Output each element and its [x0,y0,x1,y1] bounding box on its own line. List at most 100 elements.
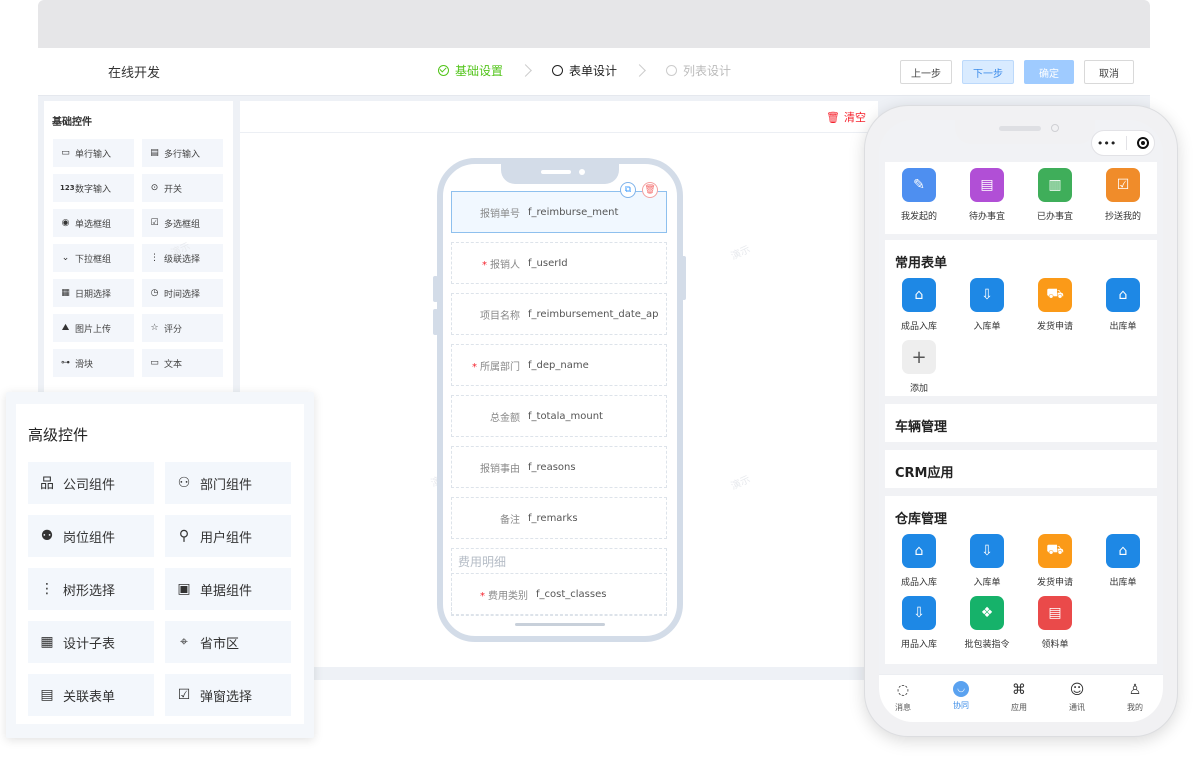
control-document[interactable]: ▣ 单据组件 [165,568,291,610]
next-step-button[interactable]: 下一步 [962,60,1014,84]
subtable-expense-detail[interactable]: 费用明细 * 费用类别 f_cost_classes [451,548,667,616]
tab-messages[interactable]: ◌ 消息 [883,681,923,713]
form-field-reimburser[interactable]: * 报销人 f_userId [451,242,667,284]
app-outbound[interactable]: ⌂ 出库单 [1095,534,1151,588]
app-done[interactable]: ▥ 已办事宜 [1027,168,1083,222]
app-inbound[interactable]: ⇩ 入库单 [959,534,1015,588]
control-label: 树形选择 [63,583,116,599]
app-shipping-request[interactable]: ⛟ 发货申请 [1027,534,1083,588]
app-outbound[interactable]: ⌂ 出库单 [1095,278,1151,332]
tab-contacts[interactable]: ☺ 通讯 [1057,681,1097,713]
control-label: 日期选择 [75,289,112,300]
tab-label: 应用 [1011,703,1027,712]
delete-icon[interactable]: 🗑 [642,182,658,198]
control-switch[interactable]: ⊙ 开关 [142,174,223,202]
prev-step-button[interactable]: 上一步 [900,60,952,84]
app-requisition[interactable]: ▤ 领料单 [1027,596,1083,650]
app-label: 已办事宜 [1036,212,1073,222]
form-field-department[interactable]: * 所属部门 f_dep_name [451,344,667,386]
app-initiated[interactable]: ✎ 我发起的 [891,168,947,222]
field-label: * 所属部门 [452,358,528,373]
canvas-toolbar: 🗑 清空 [240,101,878,133]
form-field-remarks[interactable]: 备注 f_remarks [451,497,667,539]
field-value: f_userId [528,257,568,269]
camera [579,169,585,175]
control-text[interactable]: ▭ 文本 [142,349,223,377]
app-todo[interactable]: ▤ 待办事宜 [959,168,1015,222]
field-label: 总金额 [452,409,528,424]
truck-icon: ⛟ [1038,534,1072,568]
app-cc[interactable]: ☑ 抄送我的 [1095,168,1151,222]
form-field-project-name[interactable]: 项目名称 f_reimbursement_date_ap [451,293,667,335]
control-date-picker[interactable]: ▦ 日期选择 [53,279,134,307]
cancel-button[interactable]: 取消 [1084,60,1134,84]
tab-profile[interactable]: ♙ 我的 [1115,681,1155,713]
multi-line-input-icon: ▤ [150,148,159,158]
field-value: f_reimburse_ment [528,206,619,218]
control-position[interactable]: ⚉ 岗位组件 [28,515,154,557]
form-field-cost-class[interactable]: * 费用类别 f_cost_classes [451,573,667,615]
required-mark: * [482,259,487,271]
control-label: 下拉框组 [75,254,112,265]
control-subtable[interactable]: ▦ 设计子表 [28,621,154,663]
number-input-icon: 123 [60,184,75,192]
control-radio-group[interactable]: ◉ 单选框组 [53,209,134,237]
control-popup-select[interactable]: ☑ 弹窗选择 [165,674,291,716]
close-target-icon[interactable] [1137,137,1150,149]
control-label: 弹窗选择 [200,689,253,705]
app-add[interactable]: + 添加 [891,340,947,394]
more-icon[interactable]: ••• [1097,137,1116,150]
control-department[interactable]: ⚇ 部门组件 [165,462,291,504]
field-label: * 费用类别 [452,587,536,602]
tab-apps[interactable]: ⌘ 应用 [999,681,1039,713]
control-slider[interactable]: ⊶ 滑块 [53,349,134,377]
control-user[interactable]: ⚲ 用户组件 [165,515,291,557]
form-field-reason[interactable]: 报销事由 f_reasons [451,446,667,488]
control-tree-select[interactable]: ⋮ 树形选择 [28,568,154,610]
app-finished-goods-in[interactable]: ⌂ 成品入库 [891,534,947,588]
step-list-design[interactable]: 列表设计 [666,62,731,79]
control-number-input[interactable]: 123 数字输入 [53,174,134,202]
control-linked-form[interactable]: ▤ 关联表单 [28,674,154,716]
step-basic-settings[interactable]: 基础设置 [438,62,503,79]
app-inbound[interactable]: ⇩ 入库单 [959,278,1015,332]
app-label: 发货申请 [1036,578,1073,588]
field-value: f_cost_classes [536,588,607,600]
section-crm[interactable]: CRM应用 [885,450,1157,488]
control-single-line-input[interactable]: ▭ 单行输入 [53,139,134,167]
control-label: 多行输入 [164,149,201,160]
field-label-text: 费用类别 [488,590,528,602]
control-label: 开关 [164,184,183,195]
control-time-picker[interactable]: ◷ 时间选择 [142,279,223,307]
chevron-right-icon [633,64,646,77]
form-field-total-amount[interactable]: 总金额 f_totala_mount [451,395,667,437]
section-title: CRM应用 [895,466,954,481]
section-vehicle-management[interactable]: 车辆管理 [885,404,1157,442]
quick-apps-section: ✎ 我发起的 ▤ 待办事宜 ▥ 已办事宜 ☑ 抄送我的 [885,162,1157,234]
app-batch-packaging[interactable]: ❖ 批包装指令 [959,596,1015,650]
form-field-reimburse-no[interactable]: ⧉ 🗑 报销单号 f_reimburse_ment [451,182,667,233]
step-label: 基础设置 [455,64,504,78]
control-dropdown[interactable]: ⌄ 下拉框组 [53,244,134,272]
tree-select-icon: ⋮ [40,581,54,597]
app-supplies-in[interactable]: ⇩ 用品入库 [891,596,947,650]
todo-icon: ▤ [970,168,1004,202]
app-shipping-request[interactable]: ⛟ 发货申请 [1027,278,1083,332]
step-form-design[interactable]: 表单设计 [552,62,617,79]
control-company[interactable]: 品公司组件 [28,462,154,504]
control-checkbox-group[interactable]: ☑ 多选框组 [142,209,223,237]
app-label: 添加 [909,384,928,394]
control-region[interactable]: ⌖ 省市区 [165,621,291,663]
mobile-app-phone: ••• ✎ 我发起的 ▤ 待办事宜 ▥ 已办事宜 ☑ 抄送我的 常用表单 ⌂ 成… [864,105,1178,737]
app-finished-goods-in[interactable]: ⌂ 成品入库 [891,278,947,332]
control-multi-line-input[interactable]: ▤ 多行输入 [142,139,223,167]
clear-button[interactable]: 🗑 清空 [826,109,866,125]
basic-controls-grid: ▭ 单行输入 ▤ 多行输入 123 数字输入 ⊙ 开关 ◉ 单选框组 ☑ 多选框组 ⌄ 下拉框… [53,139,223,377]
tab-collaboration[interactable]: ◡ 协同 [941,681,981,711]
control-rating[interactable]: ☆ 评分 [142,314,223,342]
control-image-upload[interactable]: ⛰ 图片上传 [53,314,134,342]
capsule-divider [1126,136,1128,150]
confirm-button[interactable]: 确定 [1024,60,1074,84]
copy-icon[interactable]: ⧉ [620,182,636,198]
control-label: 用户组件 [200,530,253,546]
